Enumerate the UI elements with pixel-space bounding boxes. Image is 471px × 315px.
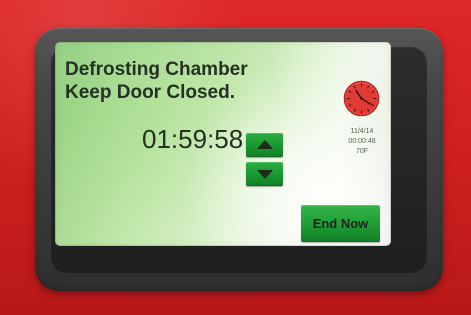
increase-time-button[interactable] (246, 133, 283, 157)
date-readout: 11/4/14 (350, 128, 374, 135)
touchscreen-display: Defrosting Chamber Keep Door Closed. 01:… (55, 42, 391, 246)
countdown-timer: 01:59:58 (142, 124, 244, 154)
status-line-door-warning: Keep Door Closed. (65, 82, 235, 103)
temperature-readout: 70F (355, 148, 369, 155)
down-arrow-icon (256, 170, 273, 179)
status-line-defrosting: Defrosting Chamber (65, 59, 248, 80)
decrease-time-button[interactable] (246, 162, 283, 186)
analog-clock-icon (343, 80, 380, 117)
up-arrow-icon (256, 140, 273, 149)
elapsed-time-readout: 00:00:48 (348, 138, 376, 145)
end-now-button[interactable]: End Now (301, 205, 380, 242)
